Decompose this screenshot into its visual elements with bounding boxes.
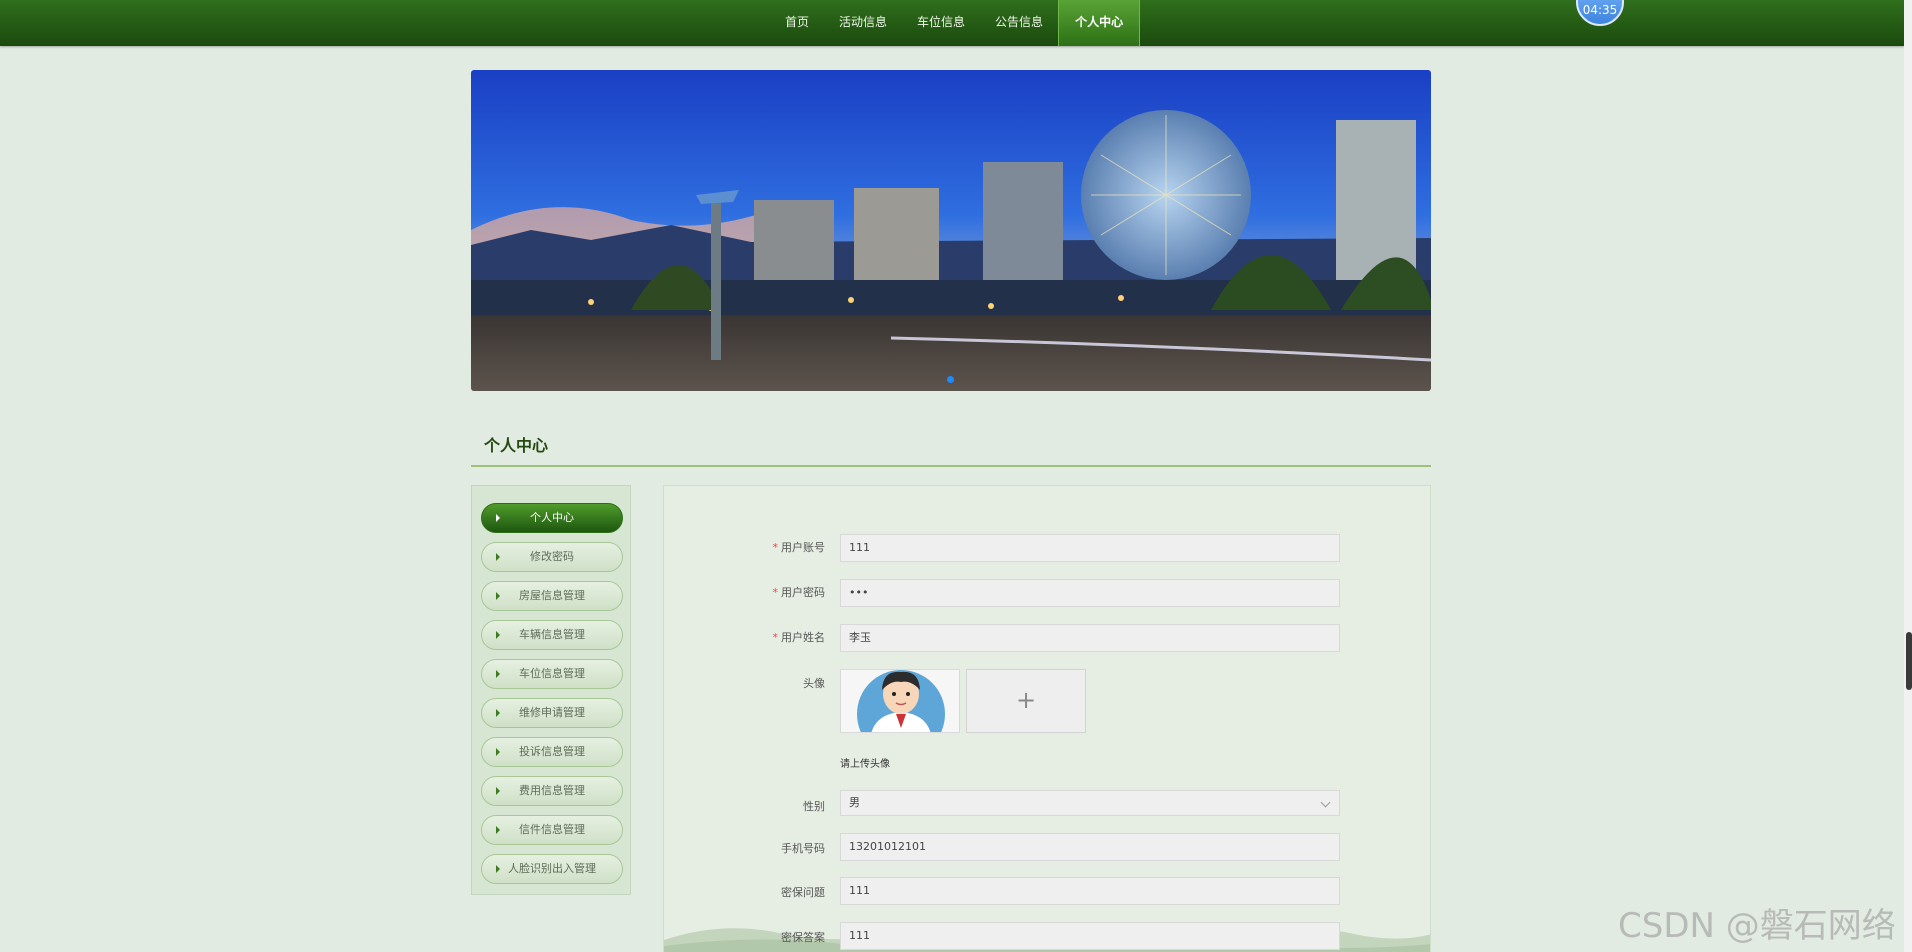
caret-right-icon [496, 592, 500, 600]
clock-badge: 04:35 [1576, 0, 1624, 26]
account-label: * 用户账号 [772, 541, 826, 554]
sidebar-item-label: 维修申请管理 [519, 706, 585, 719]
phone-input[interactable]: 13201012101 [840, 833, 1340, 861]
password-label: * 用户密码 [772, 586, 826, 599]
caret-right-icon [496, 670, 500, 678]
gender-label: 性别 [803, 800, 825, 813]
sidebar-item-label: 信件信息管理 [519, 823, 585, 836]
sidebar-item-label: 费用信息管理 [519, 784, 585, 797]
name-label: * 用户姓名 [772, 631, 826, 644]
carousel-dot-active[interactable] [947, 376, 954, 383]
avatar-preview[interactable] [840, 669, 960, 733]
sidebar: 个人中心 修改密码 房屋信息管理 车辆信息管理 车位信息管理 维修申请管理 投诉… [471, 485, 631, 895]
nav-activities[interactable]: 活动信息 [824, 0, 902, 46]
sidebar-item-vehicle-info[interactable]: 车辆信息管理 [481, 620, 623, 650]
caret-right-icon [496, 709, 500, 717]
sidebar-item-letters[interactable]: 信件信息管理 [481, 815, 623, 845]
sidebar-item-house-info[interactable]: 房屋信息管理 [481, 581, 623, 611]
top-nav: 首页 活动信息 车位信息 公告信息 个人中心 04:35 [0, 0, 1904, 46]
banner-image [471, 70, 1431, 391]
carousel-dots [947, 376, 954, 383]
sidebar-item-parking-info[interactable]: 车位信息管理 [481, 659, 623, 689]
sidebar-item-personal-center[interactable]: 个人中心 [481, 503, 623, 533]
gender-select-value: 男 [849, 796, 860, 809]
nav-home[interactable]: 首页 [770, 0, 824, 46]
nav-notices[interactable]: 公告信息 [980, 0, 1058, 46]
security-question-label: 密保问题 [781, 886, 825, 899]
caret-right-icon [496, 787, 500, 795]
account-input[interactable]: 111 [840, 534, 1340, 562]
sidebar-item-label: 人脸识别出入管理 [508, 862, 596, 875]
gender-select[interactable]: 男 [840, 790, 1340, 816]
sidebar-item-label: 车位信息管理 [519, 667, 585, 680]
sidebar-item-label: 个人中心 [530, 511, 574, 524]
security-answer-label: 密保答案 [781, 931, 825, 944]
caret-right-icon [496, 826, 500, 834]
scrollbar-thumb[interactable] [1906, 632, 1912, 690]
sidebar-item-label: 房屋信息管理 [519, 589, 585, 602]
sidebar-item-change-password[interactable]: 修改密码 [481, 542, 623, 572]
doctor-avatar-image [841, 670, 959, 732]
avatar-upload-hint: 请上传头像 [840, 759, 890, 770]
caret-right-icon [496, 865, 500, 873]
security-question-input[interactable]: 111 [840, 877, 1340, 905]
avatar-upload-button[interactable]: + [966, 669, 1086, 733]
caret-right-icon [496, 553, 500, 561]
section-divider [471, 465, 1431, 467]
sidebar-item-label: 投诉信息管理 [519, 745, 585, 758]
sidebar-item-label: 修改密码 [530, 550, 574, 563]
caret-right-icon [496, 631, 500, 639]
watermark: CSDN @磐石网络 [1618, 906, 1896, 946]
sidebar-item-repair-request[interactable]: 维修申请管理 [481, 698, 623, 728]
sidebar-item-fees[interactable]: 费用信息管理 [481, 776, 623, 806]
avatar-label: 头像 [803, 677, 825, 690]
plus-icon: + [1015, 686, 1037, 714]
section-title: 个人中心 [484, 436, 549, 455]
scrollbar[interactable] [1904, 0, 1912, 952]
sidebar-item-complaints[interactable]: 投诉信息管理 [481, 737, 623, 767]
nav-parking[interactable]: 车位信息 [902, 0, 980, 46]
caret-right-icon [496, 748, 500, 756]
caret-right-icon [496, 514, 500, 522]
password-input[interactable]: ••• [840, 579, 1340, 607]
sidebar-item-face-access[interactable]: 人脸识别出入管理 [481, 854, 623, 884]
nav-personal-center[interactable]: 个人中心 [1058, 0, 1141, 46]
name-input[interactable]: 李玉 [840, 624, 1340, 652]
banner-carousel[interactable] [471, 70, 1431, 391]
phone-label: 手机号码 [781, 842, 825, 855]
nav-menu: 首页 活动信息 车位信息 公告信息 个人中心 [770, 0, 1141, 46]
security-answer-input[interactable]: 111 [840, 922, 1340, 950]
chevron-down-icon [1320, 797, 1331, 808]
sidebar-item-label: 车辆信息管理 [519, 628, 585, 641]
